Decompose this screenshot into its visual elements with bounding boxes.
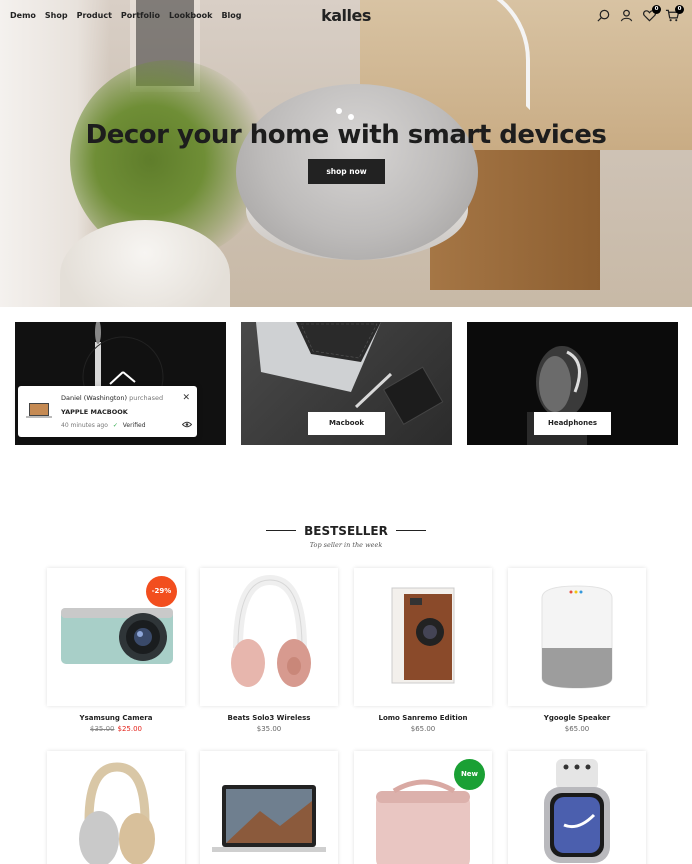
cart-icon[interactable]: 0 xyxy=(665,5,684,23)
cart-count-badge: 0 xyxy=(675,5,684,14)
logo[interactable]: kalles xyxy=(0,6,692,25)
product-image-laptop xyxy=(212,785,326,852)
product-card[interactable] xyxy=(354,568,492,706)
product-name[interactable]: Lomo Sanremo Edition xyxy=(354,714,492,722)
product-image-headphones-beige xyxy=(79,762,155,864)
product-card[interactable]: New xyxy=(354,751,492,864)
hero-title: Decor your home with smart devices xyxy=(85,120,607,150)
product-image-headphones xyxy=(231,574,311,687)
search-icon[interactable] xyxy=(596,8,611,23)
wishlist-icon[interactable]: 0 xyxy=(642,5,661,23)
purchase-notification[interactable]: Daniel (Washington) purchased YAPPLE MAC… xyxy=(18,386,197,437)
product-card[interactable] xyxy=(47,751,185,864)
product-card[interactable]: -29% xyxy=(47,568,185,706)
product-price: $35.00 $25.00 xyxy=(47,725,185,733)
product-price: $35.00 xyxy=(256,725,282,733)
product-name[interactable]: Ysamsung Camera xyxy=(47,714,185,722)
heading-rule-right xyxy=(396,530,426,531)
bestseller-subtitle: Top seller in the week xyxy=(309,541,383,549)
product-price: $65.00 xyxy=(564,725,590,733)
notification-time: 40 minutes ago xyxy=(61,422,108,429)
category-macbook[interactable]: Macbook xyxy=(241,322,452,445)
sale-badge: -29% xyxy=(146,576,177,607)
shop-now-button[interactable]: shop now xyxy=(308,159,385,184)
verified-check-icon: ✓ xyxy=(112,422,118,429)
product-image-instant-camera xyxy=(391,587,455,684)
account-icon[interactable] xyxy=(619,8,634,23)
product-name[interactable]: Beats Solo3 Wireless xyxy=(200,714,338,722)
product-image-smartwatch xyxy=(544,759,610,863)
product-card[interactable] xyxy=(508,751,646,864)
category-headphones[interactable]: Headphones xyxy=(467,322,678,445)
product-price-old: $35.00 xyxy=(90,725,115,733)
category-label-headphones[interactable]: Headphones xyxy=(534,412,611,435)
new-badge: New xyxy=(454,759,485,790)
notification-verified: Verified xyxy=(122,422,146,429)
product-price: $65.00 xyxy=(410,725,436,733)
notification-meta: 40 minutes ago ✓ Verified xyxy=(61,422,146,429)
header-icons: 0 0 xyxy=(596,5,684,23)
notification-buyer-line: Daniel (Washington) purchased xyxy=(61,394,163,402)
wishlist-count-badge: 0 xyxy=(652,5,661,14)
bestseller-title: BESTSELLER xyxy=(304,524,388,538)
notification-product[interactable]: YAPPLE MACBOOK xyxy=(61,408,128,416)
category-label-macbook[interactable]: Macbook xyxy=(308,412,385,435)
laptop-thumbnail xyxy=(26,403,52,418)
eye-icon[interactable] xyxy=(182,421,192,428)
product-card[interactable] xyxy=(200,751,338,864)
product-image-speaker xyxy=(541,585,613,689)
product-card[interactable] xyxy=(508,568,646,706)
product-price-sale: $25.00 xyxy=(117,725,143,733)
hero-banner: Decor your home with smart devices shop … xyxy=(0,0,692,307)
product-card[interactable] xyxy=(200,568,338,706)
notification-buyer: Daniel (Washington) xyxy=(61,394,128,402)
close-icon[interactable]: ✕ xyxy=(182,394,190,403)
notification-action: purchased xyxy=(129,394,164,402)
product-name[interactable]: Ygoogle Speaker xyxy=(508,714,646,722)
